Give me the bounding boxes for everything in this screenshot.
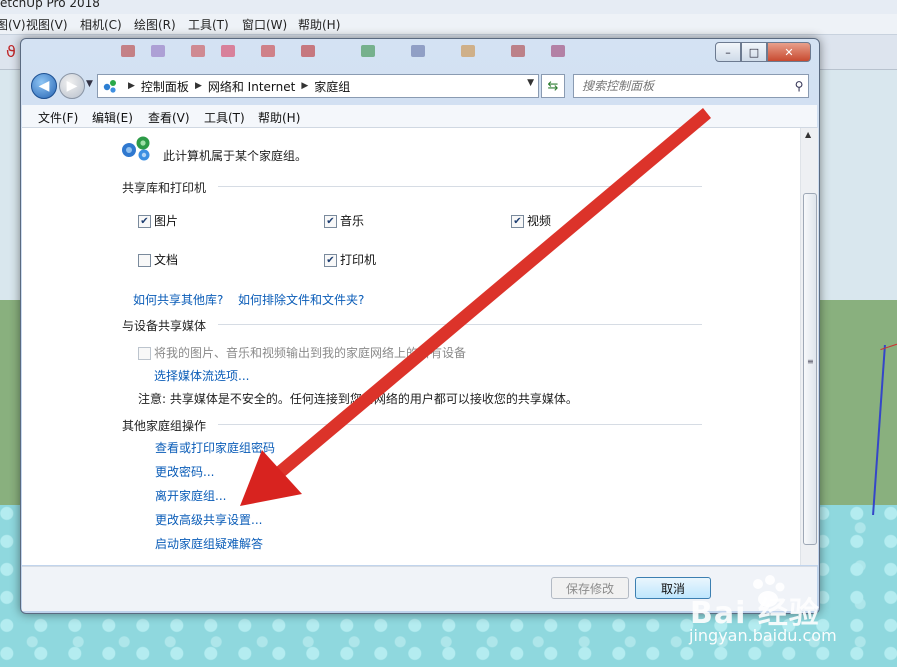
- link-homegroup-troubleshooter[interactable]: 启动家庭组疑难解答: [155, 535, 263, 552]
- homegroup-status-text: 此计算机属于某个家庭组。: [163, 149, 308, 163]
- sketchup-menu-item[interactable]: 相机(C): [80, 16, 122, 33]
- checkbox-videos[interactable]: ✔: [511, 215, 524, 228]
- save-changes-button[interactable]: 保存修改: [551, 577, 629, 599]
- toolbar-ghost-icon: [511, 45, 525, 57]
- sketchup-menu-item[interactable]: 工具(T): [188, 16, 229, 33]
- checkbox-stream-media[interactable]: [138, 347, 151, 360]
- section-divider: [218, 186, 702, 187]
- section-divider: [218, 424, 702, 425]
- section-title-other: 其他家庭组操作: [122, 419, 207, 433]
- sketchup-menu-bar: 图(V) 视图(V) 相机(C) 绘图(R) 工具(T) 窗口(W) 帮助(H): [0, 14, 897, 35]
- refresh-icon: ⇆: [547, 78, 559, 94]
- sketchup-menu-item[interactable]: 视图(V): [26, 16, 68, 33]
- toolbar-ghost-icon: [361, 45, 375, 57]
- minimize-button[interactable]: –: [715, 42, 741, 62]
- breadcrumb-control-panel[interactable]: 控制面板: [141, 78, 189, 95]
- toolbar-ghost-icon: [121, 45, 135, 57]
- checkbox-label-stream-media: 将我的图片、音乐和视频输出到我的家庭网络上的所有设备: [154, 346, 467, 360]
- homegroup-icon: [120, 134, 156, 165]
- background-toolbar-ghost: [111, 39, 581, 63]
- section-title-media: 与设备共享媒体: [122, 319, 207, 333]
- checkbox-music[interactable]: ✔: [324, 215, 337, 228]
- scroll-grip-icon: ≡: [807, 357, 814, 366]
- sketchup-menu-item[interactable]: 帮助(H): [298, 16, 340, 33]
- toolbar-ghost-icon: [191, 45, 205, 57]
- scroll-thumb[interactable]: ≡: [803, 193, 817, 545]
- back-button[interactable]: ◀: [31, 73, 57, 99]
- checkbox-pictures[interactable]: ✔: [138, 215, 151, 228]
- link-change-advanced-sharing[interactable]: 更改高级共享设置...: [155, 511, 262, 528]
- breadcrumb-separator-icon: ▶: [128, 81, 135, 91]
- sketchup-menu-item[interactable]: 图(V): [0, 16, 26, 33]
- sketchup-freehand-icon[interactable]: ϑ: [6, 42, 16, 61]
- toolbar-ghost-icon: [221, 45, 235, 57]
- recent-pages-dropdown[interactable]: ▼: [86, 79, 93, 89]
- address-bar[interactable]: ▶ 控制面板 ▶ 网络和 Internet ▶ 家庭组 ▼: [97, 74, 539, 98]
- toolbar-ghost-icon: [301, 45, 315, 57]
- sketchup-title-bar: etchUp Pro 2018: [0, 0, 897, 14]
- menu-bar: 文件(F) 编辑(E) 查看(V) 工具(T) 帮助(H): [22, 105, 817, 128]
- breadcrumb-network-internet[interactable]: 网络和 Internet: [208, 78, 295, 95]
- toolbar-ghost-icon: [151, 45, 165, 57]
- checkbox-label-videos: 视频: [527, 214, 552, 228]
- maximize-button[interactable]: □: [741, 42, 767, 62]
- homegroup-window: – □ ✕ ◀ ▶ ▼ ▶ 控制面板 ▶ 网络和 Internet ▶ 家庭组 …: [20, 38, 820, 614]
- control-panel-icon: [102, 78, 122, 94]
- menu-view[interactable]: 查看(V): [148, 109, 190, 126]
- breadcrumb-separator-icon: ▶: [194, 81, 202, 91]
- search-box: ⚲: [573, 74, 809, 98]
- address-dropdown-icon[interactable]: ▼: [527, 78, 534, 88]
- menu-edit[interactable]: 编辑(E): [92, 109, 133, 126]
- section-title-shared: 共享库和打印机: [122, 181, 207, 195]
- window-controls: – □ ✕: [715, 42, 811, 62]
- menu-tools[interactable]: 工具(T): [204, 109, 245, 126]
- navigation-row: ◀ ▶ ▼ ▶ 控制面板 ▶ 网络和 Internet ▶ 家庭组 ▼ ⇆ ⚲: [29, 72, 811, 100]
- section-divider: [218, 324, 702, 325]
- homegroup-content: 此计算机属于某个家庭组。 共享库和打印机 ✔ 图片 ✔ 音乐 ✔ 视频 文档 ✔…: [22, 128, 800, 565]
- sketchup-title: etchUp Pro 2018: [0, 0, 100, 10]
- scroll-up-icon[interactable]: ▲: [805, 130, 811, 139]
- arrow-right-icon: ▶: [66, 78, 78, 94]
- menu-file[interactable]: 文件(F): [38, 109, 78, 126]
- sketchup-menu-item[interactable]: 绘图(R): [134, 16, 176, 33]
- toolbar-ghost-icon: [411, 45, 425, 57]
- refresh-button[interactable]: ⇆: [541, 74, 565, 98]
- checkbox-printers[interactable]: ✔: [324, 254, 337, 267]
- link-share-other-libraries[interactable]: 如何共享其他库?: [133, 291, 223, 308]
- baidu-watermark: Bai 经验 jingyan.baidu.com: [686, 570, 886, 650]
- baidu-url: jingyan.baidu.com: [689, 626, 837, 645]
- link-change-password[interactable]: 更改密码...: [155, 463, 214, 480]
- sketchup-menu-item[interactable]: 窗口(W): [242, 16, 287, 33]
- toolbar-ghost-icon: [261, 45, 275, 57]
- link-exclude-files[interactable]: 如何排除文件和文件夹?: [238, 291, 364, 308]
- vertical-scrollbar[interactable]: ▲ ≡: [800, 128, 818, 565]
- media-security-note: 注意: 共享媒体是不安全的。任何连接到您的网络的用户都可以接收您的共享媒体。: [138, 392, 578, 406]
- forward-button[interactable]: ▶: [59, 73, 85, 99]
- menu-help[interactable]: 帮助(H): [258, 109, 300, 126]
- link-leave-homegroup[interactable]: 离开家庭组...: [155, 487, 226, 504]
- chevron-down-icon: ▼: [86, 79, 93, 89]
- checkbox-label-music: 音乐: [340, 214, 365, 228]
- breadcrumb-separator-icon: ▶: [301, 81, 309, 91]
- checkbox-label-printers: 打印机: [340, 253, 377, 267]
- checkbox-documents[interactable]: [138, 254, 151, 267]
- toolbar-ghost-icon: [461, 45, 475, 57]
- breadcrumb-homegroup[interactable]: 家庭组: [314, 78, 350, 95]
- close-button[interactable]: ✕: [767, 42, 811, 62]
- checkbox-label-pictures: 图片: [154, 214, 179, 228]
- toolbar-ghost-icon: [551, 45, 565, 57]
- baidu-paw-icon: [748, 574, 788, 613]
- link-media-streaming-options[interactable]: 选择媒体流选项...: [154, 367, 249, 384]
- search-input[interactable]: [580, 76, 790, 96]
- link-view-print-password[interactable]: 查看或打印家庭组密码: [155, 439, 275, 456]
- checkbox-label-documents: 文档: [154, 253, 179, 267]
- search-icon[interactable]: ⚲: [790, 79, 808, 93]
- arrow-left-icon: ◀: [38, 78, 50, 94]
